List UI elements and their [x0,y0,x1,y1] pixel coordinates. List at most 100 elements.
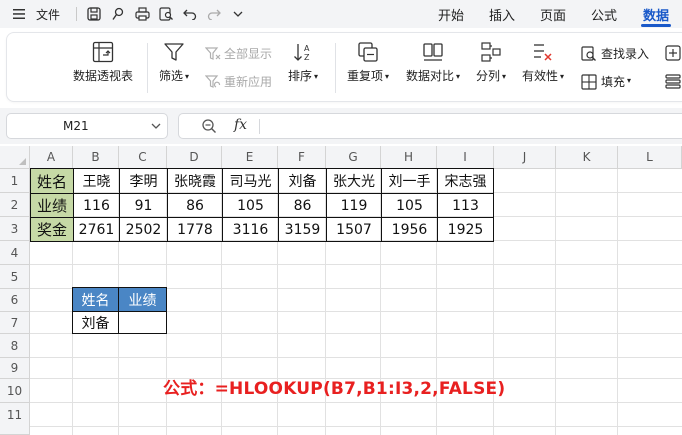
table-cell[interactable]: 3116 [222,217,279,242]
column-header[interactable]: F [278,146,326,169]
tab-page[interactable]: 页面 [540,5,566,24]
table-cell[interactable]: 刘一手 [381,168,438,194]
table-cell[interactable]: 2502 [119,217,168,242]
spreadsheet-grid[interactable]: A B C D E F G H I J K L 1 2 3 4 5 6 7 8 … [0,146,682,435]
table-cell[interactable]: 3159 [278,217,327,242]
column-header[interactable]: A [30,146,73,169]
column-header[interactable]: C [119,146,167,169]
print-icon[interactable] [131,3,153,25]
column-header[interactable]: I [437,146,494,169]
row-header[interactable]: 1 [0,169,30,193]
more-tool-button[interactable] [665,45,681,64]
table-header-bonus[interactable]: 奖金 [30,217,74,242]
table-cell[interactable]: 1956 [381,217,438,242]
row-header[interactable]: 7 [0,312,30,334]
row-header[interactable]: 5 [0,265,30,289]
row-header[interactable]: 8 [0,334,30,358]
hamburger-menu-icon[interactable] [8,3,30,25]
find-entry-label: 查找录入 [601,47,650,61]
table-cell[interactable]: 86 [278,193,327,218]
column-header[interactable]: E [222,146,278,169]
svg-text:A: A [304,44,310,53]
row-header[interactable]: 11 [0,403,30,435]
lookup-result-cell[interactable] [118,311,167,334]
divider [147,43,148,93]
add-box-icon [665,45,681,61]
row-header[interactable]: 2 [0,193,30,217]
fill-button[interactable]: 填充 ▾ [581,73,631,90]
print-preview-icon[interactable] [155,3,177,25]
tab-formula[interactable]: 公式 [591,5,617,24]
zoom-icon[interactable] [201,118,217,138]
column-header[interactable]: B [73,146,119,169]
row-header[interactable]: 6 [0,289,30,312]
table-cell[interactable]: 1925 [437,217,494,242]
table-cell[interactable]: 119 [326,193,382,218]
table-cell[interactable]: 司马光 [222,168,279,194]
table-cell[interactable]: 91 [119,193,168,218]
table-cell[interactable]: 105 [381,193,438,218]
column-header[interactable]: K [556,146,618,169]
row-header[interactable]: 9 [0,358,30,379]
select-all-corner[interactable] [0,146,30,169]
column-header[interactable]: D [167,146,222,169]
pivot-table-button[interactable]: 数据透视表 [73,41,133,84]
table-cell[interactable]: 宋志强 [437,168,494,194]
table-cell[interactable]: 105 [222,193,279,218]
name-box[interactable]: M21 [6,113,168,139]
sort-button[interactable]: AZ 排序 ▾ [288,41,318,84]
data-compare-label: 数据对比 [406,69,455,83]
column-header[interactable]: H [381,146,437,169]
row-header[interactable]: 10 [0,379,30,403]
table-cell[interactable]: 李明 [119,168,168,194]
format-painter-icon[interactable] [107,3,129,25]
file-menu[interactable]: 文件 [36,6,60,23]
chevron-down-icon[interactable] [151,118,161,137]
row-header[interactable]: 3 [0,217,30,241]
save-icon[interactable] [83,3,105,25]
redo-icon[interactable] [203,3,225,25]
table-cell[interactable]: 张大光 [326,168,382,194]
lookup-header-performance[interactable]: 业绩 [118,287,167,312]
undo-icon[interactable] [179,3,201,25]
lookup-name-cell[interactable]: 刘备 [72,311,119,334]
table-cell[interactable]: 113 [437,193,494,218]
tab-data[interactable]: 数据 [643,5,669,24]
validity-button[interactable]: 有效性 ▾ [522,41,564,84]
divider [259,119,260,134]
insert-function-icon[interactable]: fx [234,117,247,133]
split-columns-button[interactable]: 分列 ▾ [476,41,506,84]
table-cell[interactable]: 张晓霞 [167,168,223,194]
table-cell[interactable]: 86 [167,193,223,218]
formula-input[interactable]: fx [178,113,682,139]
column-header[interactable]: G [326,146,381,169]
row-header[interactable]: 4 [0,241,30,265]
table-header-name[interactable]: 姓名 [30,168,74,194]
more-tool-button-2[interactable] [665,73,681,92]
tab-insert[interactable]: 插入 [489,5,515,24]
svg-text:Z: Z [304,53,310,62]
column-header[interactable]: J [494,146,556,169]
filter-icon [164,43,184,61]
duplicates-button[interactable]: 重复项 ▾ [347,41,389,84]
table-cell[interactable]: 1507 [326,217,382,242]
filter-button[interactable]: 筛选 ▾ [159,41,189,84]
duplicates-label: 重复项 [347,69,384,83]
formula-bar: M21 fx [0,108,682,144]
table-cell[interactable]: 王晓 [73,168,120,194]
fill-icon [581,73,597,90]
find-entry-icon [581,45,596,61]
table-cell[interactable]: 2761 [73,217,120,242]
table-cell[interactable]: 刘备 [278,168,327,194]
tab-home[interactable]: 开始 [438,5,464,24]
show-all-button[interactable]: 全部显示 [205,45,272,62]
column-header[interactable]: L [618,146,682,169]
chevron-down-icon[interactable] [227,3,249,25]
data-compare-button[interactable]: 数据对比 ▾ [406,41,460,84]
find-entry-button[interactable]: 查找录入 [581,45,649,62]
table-cell[interactable]: 1778 [167,217,223,242]
table-header-performance[interactable]: 业绩 [30,193,74,218]
reapply-button[interactable]: 重新应用 [205,73,272,90]
lookup-header-name[interactable]: 姓名 [72,287,119,312]
table-cell[interactable]: 116 [73,193,120,218]
